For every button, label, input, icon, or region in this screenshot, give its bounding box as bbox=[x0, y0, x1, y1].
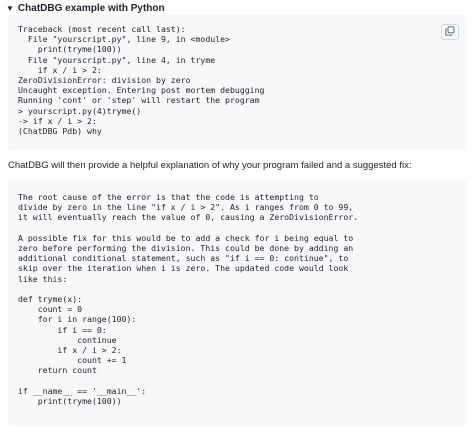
details-summary-title: ChatDBG example with Python bbox=[17, 3, 165, 14]
disclosure-triangle-icon: ▼ bbox=[6, 3, 14, 13]
details-summary[interactable]: ▼ ChatDBG example with Python bbox=[6, 3, 165, 14]
copy-button[interactable] bbox=[441, 24, 459, 40]
explanation-code: The root cause of the error is that the … bbox=[18, 192, 359, 407]
copy-icon bbox=[445, 23, 455, 41]
traceback-code: Traceback (most recent call last): File … bbox=[18, 24, 265, 137]
explanation-intro-text: ChatDBG will then provide a helpful expl… bbox=[8, 160, 412, 171]
traceback-code-block: Traceback (most recent call last): File … bbox=[8, 15, 466, 150]
explanation-code-block: The root cause of the error is that the … bbox=[8, 180, 466, 426]
